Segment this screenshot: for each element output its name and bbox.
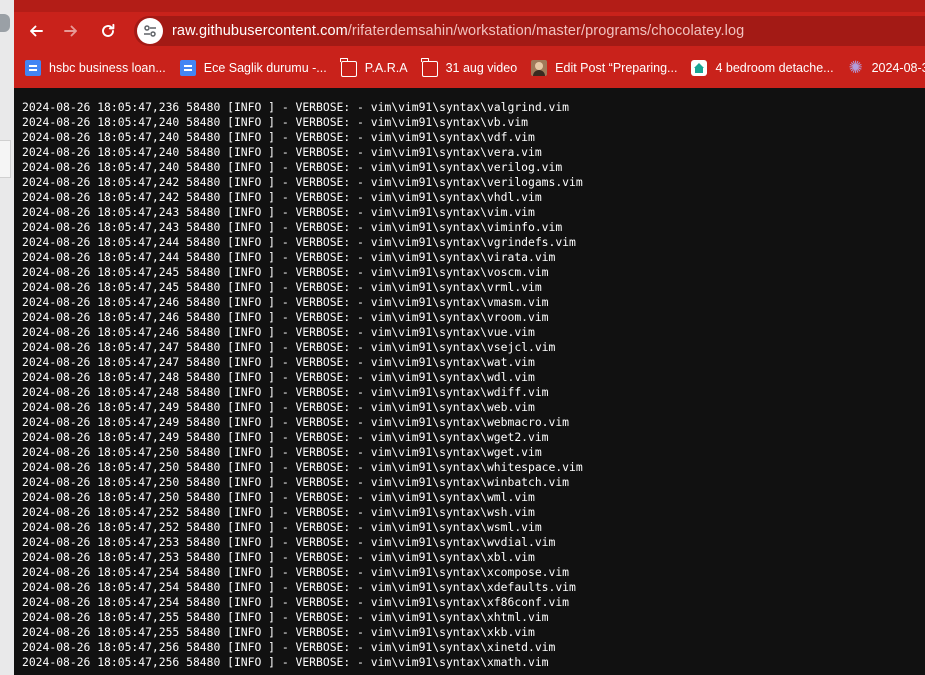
- bookmark-label: 4 bedroom detache...: [715, 61, 834, 75]
- bookmark-label: 31 aug video: [445, 61, 518, 75]
- browser-window: raw.githubusercontent.com/rifaterdemsahi…: [14, 0, 925, 675]
- log-line: 2024-08-26 18:05:47,247 58480 [INFO ] - …: [22, 340, 556, 354]
- bookmark-folder-para[interactable]: P.A.R.A: [334, 55, 415, 81]
- doc-icon: [25, 60, 41, 76]
- bookmark-edit-post[interactable]: Edit Post “Preparing...: [524, 55, 684, 81]
- log-line: 2024-08-26 18:05:47,249 58480 [INFO ] - …: [22, 430, 549, 444]
- log-text: 2024-08-26 18:05:47,236 58480 [INFO ] - …: [22, 100, 583, 670]
- browser-toolbar: raw.githubusercontent.com/rifaterdemsahi…: [14, 0, 925, 88]
- folder-icon: [420, 58, 438, 77]
- arrow-right-icon: [64, 25, 77, 37]
- tab-strip: [14, 0, 925, 12]
- log-line: 2024-08-26 18:05:47,240 58480 [INFO ] - …: [22, 130, 535, 144]
- arrow-left-icon: [30, 25, 43, 37]
- log-line: 2024-08-26 18:05:47,254 58480 [INFO ] - …: [22, 565, 570, 579]
- reload-button[interactable]: [94, 17, 122, 45]
- log-line: 2024-08-26 18:05:47,236 58480 [INFO ] - …: [22, 100, 570, 114]
- folder-icon: [340, 58, 357, 77]
- reload-icon: [102, 23, 115, 37]
- page-content: 2024-08-26 18:05:47,236 58480 [INFO ] - …: [14, 88, 925, 675]
- bookmark-ece-saglik-durumu[interactable]: Ece Saglik durumu -...: [173, 55, 334, 81]
- log-line: 2024-08-26 18:05:47,246 58480 [INFO ] - …: [22, 325, 535, 339]
- log-line: 2024-08-26 18:05:47,244 58480 [INFO ] - …: [22, 250, 556, 264]
- log-line: 2024-08-26 18:05:47,240 58480 [INFO ] - …: [22, 160, 563, 174]
- log-line: 2024-08-26 18:05:47,244 58480 [INFO ] - …: [22, 235, 576, 249]
- avatar-icon: [531, 60, 548, 76]
- bookmark-label: hsbc business loan...: [49, 61, 166, 75]
- log-line: 2024-08-26 18:05:47,250 58480 [INFO ] - …: [22, 475, 570, 489]
- log-line: 2024-08-26 18:05:47,248 58480 [INFO ] - …: [22, 370, 535, 384]
- bookmark-hsbc-business-loan[interactable]: hsbc business loan...: [18, 55, 173, 81]
- log-line: 2024-08-26 18:05:47,253 58480 [INFO ] - …: [22, 550, 535, 564]
- navigation-bar: raw.githubusercontent.com/rifaterdemsahi…: [14, 12, 925, 50]
- url-path: /rifaterdemsahin/workstation/master/prog…: [347, 23, 745, 39]
- desktop-window-edge: [0, 14, 10, 32]
- bookmark-4-bedroom-detached[interactable]: 4 bedroom detache...: [684, 55, 840, 81]
- log-line: 2024-08-26 18:05:47,246 58480 [INFO ] - …: [22, 310, 549, 324]
- log-line: 2024-08-26 18:05:47,250 58480 [INFO ] - …: [22, 490, 535, 504]
- url-host: raw.githubusercontent.com: [172, 23, 348, 39]
- log-line: 2024-08-26 18:05:47,254 58480 [INFO ] - …: [22, 595, 570, 609]
- log-line: 2024-08-26 18:05:47,254 58480 [INFO ] - …: [22, 580, 576, 594]
- tune-icon: [144, 25, 156, 37]
- log-line: 2024-08-26 18:05:47,247 58480 [INFO ] - …: [22, 355, 535, 369]
- log-line: 2024-08-26 18:05:47,252 58480 [INFO ] - …: [22, 505, 535, 519]
- gear-icon: ✺: [848, 58, 863, 77]
- address-bar[interactable]: raw.githubusercontent.com/rifaterdemsahi…: [134, 16, 925, 46]
- log-line: 2024-08-26 18:05:47,245 58480 [INFO ] - …: [22, 265, 549, 279]
- log-line: 2024-08-26 18:05:47,248 58480 [INFO ] - …: [22, 385, 549, 399]
- bookmark-label: P.A.R.A: [364, 61, 408, 75]
- bookmark-label: 2024-08-30 15: [871, 61, 925, 75]
- log-line: 2024-08-26 18:05:47,240 58480 [INFO ] - …: [22, 145, 542, 159]
- log-line: 2024-08-26 18:05:47,242 58480 [INFO ] - …: [22, 190, 542, 204]
- back-button[interactable]: [22, 17, 50, 45]
- forward-button[interactable]: [57, 17, 85, 45]
- log-line: 2024-08-26 18:05:47,253 58480 [INFO ] - …: [22, 535, 556, 549]
- log-line: 2024-08-26 18:05:47,252 58480 [INFO ] - …: [22, 520, 542, 534]
- log-line: 2024-08-26 18:05:47,246 58480 [INFO ] - …: [22, 295, 549, 309]
- bookmark-folder-31-aug-video[interactable]: 31 aug video: [415, 55, 525, 81]
- log-line: 2024-08-26 18:05:47,249 58480 [INFO ] - …: [22, 400, 535, 414]
- desktop-background: [0, 0, 14, 675]
- bookmark-label: Edit Post “Preparing...: [555, 61, 678, 75]
- bookmarks-bar: hsbc business loan... Ece Saglik durumu …: [14, 50, 925, 86]
- bookmark-label: Ece Saglik durumu -...: [203, 61, 327, 75]
- bookmark-2024-08-30[interactable]: ✺ 2024-08-30 15: [841, 55, 925, 81]
- log-line: 2024-08-26 18:05:47,243 58480 [INFO ] - …: [22, 205, 535, 219]
- log-line: 2024-08-26 18:05:47,255 58480 [INFO ] - …: [22, 610, 549, 624]
- log-line: 2024-08-26 18:05:47,242 58480 [INFO ] - …: [22, 175, 583, 189]
- log-line: 2024-08-26 18:05:47,256 58480 [INFO ] - …: [22, 655, 549, 669]
- desktop-window-edge: [0, 140, 11, 178]
- url-text[interactable]: raw.githubusercontent.com/rifaterdemsahi…: [172, 23, 744, 39]
- log-line: 2024-08-26 18:05:47,250 58480 [INFO ] - …: [22, 460, 583, 474]
- log-line: 2024-08-26 18:05:47,240 58480 [INFO ] - …: [22, 115, 528, 129]
- log-line: 2024-08-26 18:05:47,255 58480 [INFO ] - …: [22, 625, 535, 639]
- doc-icon: [179, 60, 196, 76]
- log-line: 2024-08-26 18:05:47,245 58480 [INFO ] - …: [22, 280, 542, 294]
- log-line: 2024-08-26 18:05:47,256 58480 [INFO ] - …: [22, 640, 556, 654]
- log-line: 2024-08-26 18:05:47,250 58480 [INFO ] - …: [22, 445, 542, 459]
- site-info-button[interactable]: [137, 18, 163, 44]
- log-line: 2024-08-26 18:05:47,249 58480 [INFO ] - …: [22, 415, 570, 429]
- house-icon: [691, 60, 708, 76]
- log-line: 2024-08-26 18:05:47,243 58480 [INFO ] - …: [22, 220, 563, 234]
